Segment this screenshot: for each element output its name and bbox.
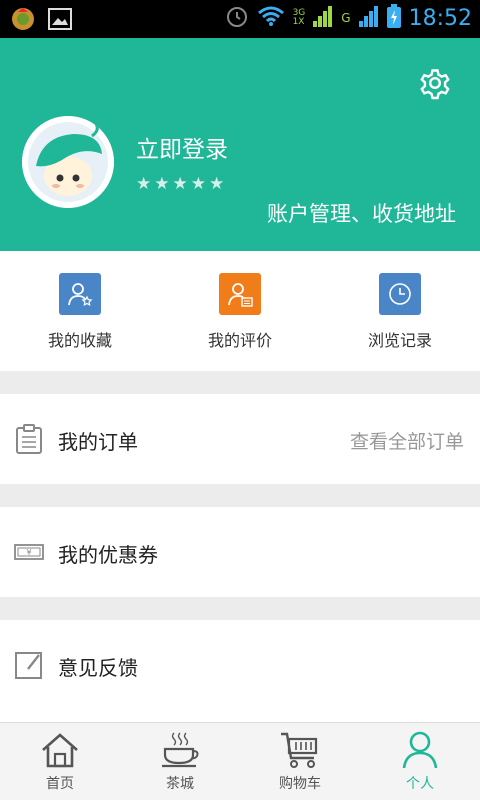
clock-icon xyxy=(379,273,421,315)
person-icon xyxy=(402,731,438,769)
menu-row-feedback[interactable]: 意见反馈 xyxy=(0,620,480,710)
nav-home-label: 首页 xyxy=(46,776,74,792)
account-management-link[interactable]: 账户管理、收货地址 xyxy=(267,198,456,228)
star-icon: ★ xyxy=(154,174,170,194)
login-link[interactable]: 立即登录 xyxy=(136,130,228,164)
menu-row-coupons-label: 我的优惠券 xyxy=(58,543,158,567)
settings-gear-icon[interactable] xyxy=(418,66,452,100)
shortcut-reviews[interactable]: 我的评价 xyxy=(160,273,320,351)
menu-row-orders-label: 我的订单 xyxy=(58,430,138,454)
coupon-icon: ¥ xyxy=(14,537,44,567)
edit-icon xyxy=(14,650,44,680)
nav-cart-label: 购物车 xyxy=(279,776,321,792)
bottom-navigation: 首页 茶城 购物车 个人 xyxy=(0,722,480,800)
cart-icon xyxy=(281,732,318,768)
star-icon: ★ xyxy=(209,174,225,194)
shortcut-reviews-label: 我的评价 xyxy=(207,331,272,350)
shortcut-bar: 我的收藏 我的评价 浏览记录 xyxy=(0,251,480,371)
menu-row-orders[interactable]: 我的订单 查看全部订单 xyxy=(0,394,480,484)
shortcut-history[interactable]: 浏览记录 xyxy=(320,273,480,351)
status-bar: 3G 1X G 18:52 xyxy=(0,0,480,38)
star-icon: ★ xyxy=(136,174,152,194)
clipboard-icon xyxy=(14,424,44,454)
menu-row-coupons[interactable]: ¥ 我的优惠券 xyxy=(0,507,480,597)
star-icon: ★ xyxy=(172,174,188,194)
network-1x-label: 1X xyxy=(292,17,305,27)
tea-cup-icon xyxy=(162,732,199,768)
user-star-icon xyxy=(59,273,101,315)
nav-cart[interactable]: 购物车 xyxy=(240,731,360,793)
image-notification-icon xyxy=(48,8,72,34)
shortcut-favorites-label: 我的收藏 xyxy=(47,331,112,350)
nav-home[interactable]: 首页 xyxy=(0,731,120,793)
signal-3g-icon xyxy=(313,5,333,31)
signal-g-icon xyxy=(358,5,379,31)
nav-personal[interactable]: 个人 xyxy=(360,731,480,793)
status-time: 18:52 xyxy=(408,5,472,31)
rating-stars: ★ ★ ★ ★ ★ xyxy=(136,176,224,193)
shortcut-history-label: 浏览记录 xyxy=(367,331,432,350)
home-icon xyxy=(42,733,78,768)
menu-row-feedback-label: 意见反馈 xyxy=(58,656,138,680)
network-g-label: G xyxy=(341,11,351,25)
nav-personal-label: 个人 xyxy=(406,776,434,792)
wifi-icon xyxy=(257,5,285,31)
avatar[interactable] xyxy=(22,116,114,208)
star-icon: ★ xyxy=(190,174,206,194)
user-comment-icon xyxy=(219,273,261,315)
profile-header: 立即登录 ★ ★ ★ ★ ★ 账户管理、收货地址 xyxy=(0,38,480,251)
svg-text:¥: ¥ xyxy=(26,548,31,557)
app-notification-icon xyxy=(10,6,36,36)
nav-tea-city-label: 茶城 xyxy=(166,776,194,792)
battery-charging-icon xyxy=(386,4,401,32)
view-all-orders-link[interactable]: 查看全部订单 xyxy=(350,427,464,454)
shortcut-favorites[interactable]: 我的收藏 xyxy=(0,273,160,351)
nav-tea-city[interactable]: 茶城 xyxy=(120,731,240,793)
tea-leaf-mascot-icon xyxy=(22,116,114,208)
alarm-icon xyxy=(225,4,249,32)
